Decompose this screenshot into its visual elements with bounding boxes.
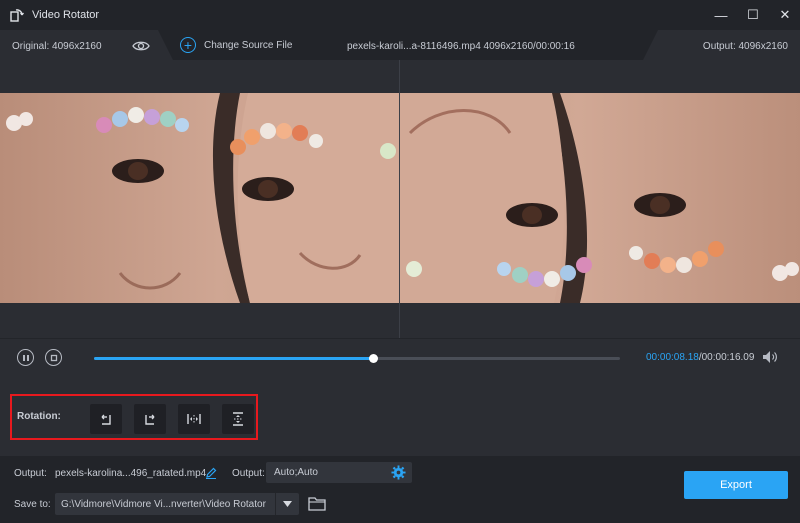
- minimize-button[interactable]: —: [714, 8, 728, 23]
- rotate-left-icon: [101, 414, 111, 425]
- close-button[interactable]: ✕: [778, 7, 792, 22]
- info-bar: Original: 4096x2160 + Change Source File…: [0, 30, 800, 60]
- change-source-button[interactable]: + Change Source File: [180, 37, 292, 53]
- app-title: Video Rotator: [32, 9, 100, 21]
- save-path-value: G:\Vidmore\Vidmore Vi...nverter\Video Ro…: [61, 499, 266, 510]
- current-time: 00:00:08.18: [646, 352, 699, 363]
- output-filename: pexels-karolina...496_ratated.mp4: [55, 468, 207, 479]
- plus-icon: +: [180, 37, 196, 53]
- output-settings-value: Auto;Auto: [274, 467, 318, 478]
- folder-icon[interactable]: [308, 496, 326, 511]
- rotate-left-button[interactable]: [90, 404, 122, 434]
- edit-icon[interactable]: [205, 467, 217, 479]
- caret-down-icon: [283, 501, 292, 507]
- flip-horizontal-button[interactable]: [178, 404, 210, 434]
- stop-icon: [50, 354, 57, 361]
- save-path-dropdown[interactable]: [275, 493, 299, 515]
- source-filename: pexels-karoli...a-8116496.mp4 4096x2160/…: [347, 41, 575, 52]
- progress-fill: [94, 357, 373, 360]
- original-resolution: Original: 4096x2160: [12, 41, 102, 52]
- volume-icon[interactable]: [762, 350, 778, 364]
- export-button[interactable]: Export: [684, 471, 788, 499]
- total-time: /00:00:16.09: [698, 352, 755, 363]
- output-settings-label: Output:: [232, 468, 265, 479]
- rotate-app-icon: [10, 8, 24, 22]
- flip-horizontal-icon: [187, 414, 201, 424]
- title-bar: Video Rotator — ☐ ✕: [0, 0, 800, 30]
- stop-button[interactable]: [45, 349, 62, 366]
- bottom-panel: Output: pexels-karolina...496_ratated.mp…: [0, 456, 800, 523]
- progress-slider[interactable]: [94, 354, 620, 363]
- time-display: 00:00:08.18/00:00:16.09: [646, 352, 754, 363]
- output-resolution: Output: 4096x2160: [702, 41, 788, 52]
- gear-icon[interactable]: [391, 465, 406, 480]
- progress-knob[interactable]: [368, 354, 378, 363]
- change-source-label: Change Source File: [204, 39, 293, 51]
- pause-button[interactable]: [17, 349, 34, 366]
- save-path-field[interactable]: G:\Vidmore\Vidmore Vi...nverter\Video Ro…: [55, 493, 299, 515]
- eye-icon[interactable]: [132, 40, 150, 52]
- pause-icon: [22, 354, 29, 361]
- output-video-preview: [400, 93, 800, 303]
- rotation-label: Rotation:: [17, 411, 61, 422]
- flip-vertical-icon: [233, 412, 243, 426]
- rotation-highlight-box: Rotation:: [10, 394, 258, 440]
- rotate-right-icon: [145, 414, 155, 425]
- playback-bar: 00:00:08.18/00:00:16.09: [0, 338, 800, 376]
- preview-area: [0, 60, 800, 338]
- original-video-preview: [0, 93, 399, 303]
- output-label: Output:: [14, 468, 47, 479]
- rotation-area: Rotation:: [0, 376, 800, 456]
- save-to-label: Save to:: [14, 499, 51, 510]
- flip-vertical-button[interactable]: [222, 404, 254, 434]
- output-settings-field[interactable]: Auto;Auto: [266, 462, 412, 483]
- maximize-button[interactable]: ☐: [746, 7, 760, 22]
- rotate-right-button[interactable]: [134, 404, 166, 434]
